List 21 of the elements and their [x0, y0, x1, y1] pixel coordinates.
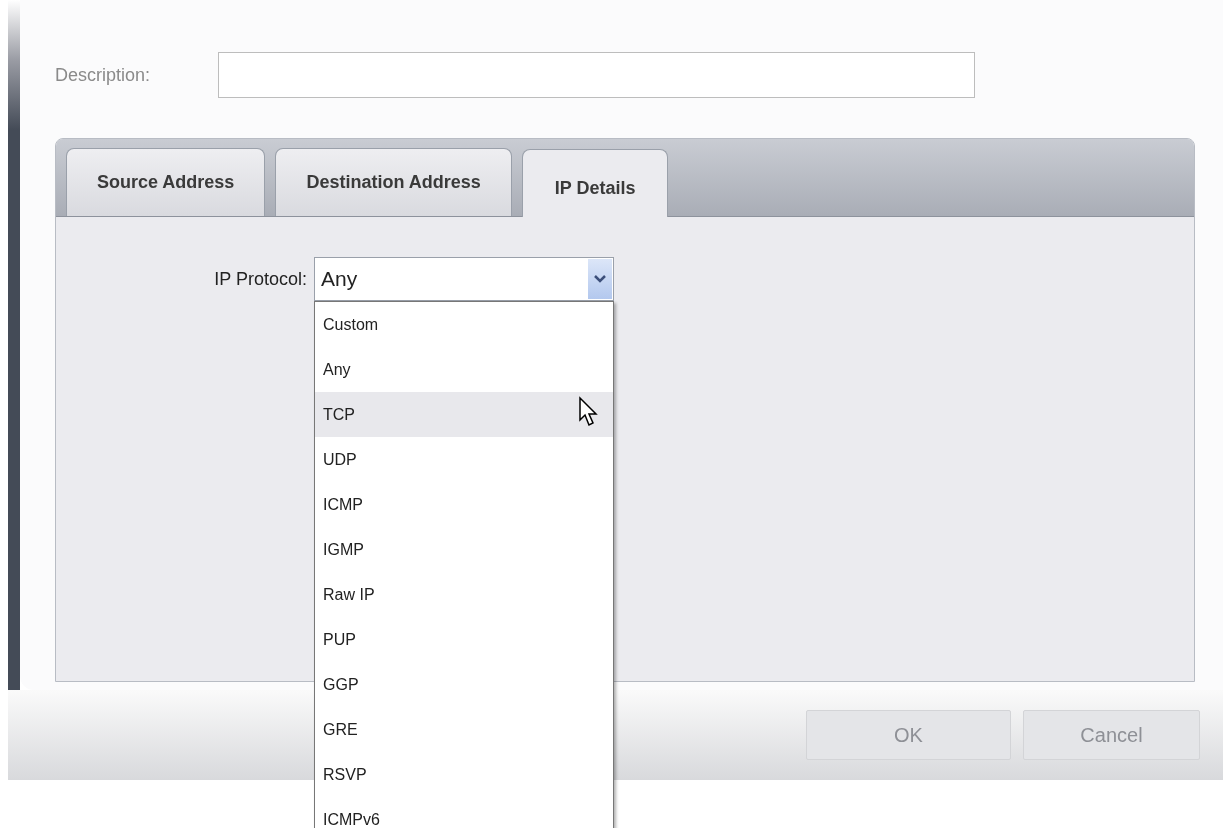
dropdown-option[interactable]: GRE [315, 707, 613, 752]
dropdown-option[interactable]: Custom [315, 302, 613, 347]
description-field[interactable] [218, 52, 975, 98]
dropdown-option[interactable]: ICMP [315, 482, 613, 527]
dropdown-option[interactable]: ICMPv6 [315, 797, 613, 828]
ip-protocol-label: IP Protocol: [213, 268, 307, 290]
ip-protocol-dropdown[interactable]: Any [314, 257, 614, 301]
description-label: Description: [55, 64, 152, 86]
tab[interactable]: Source Address [66, 148, 266, 216]
dropdown-option[interactable]: TCP [315, 392, 613, 437]
chevron-down-icon [594, 275, 606, 283]
dropdown-option[interactable]: Raw IP [315, 572, 613, 617]
dropdown-option[interactable]: RSVP [315, 752, 613, 797]
tab[interactable]: IP Details [521, 149, 669, 217]
dropdown-option[interactable]: IGMP [315, 527, 613, 572]
cursor-icon [578, 396, 600, 428]
dropdown-option[interactable]: GGP [315, 662, 613, 707]
dropdown-option[interactable]: PUP [315, 617, 613, 662]
tab[interactable]: Destination Address [275, 148, 512, 216]
dropdown-option[interactable]: UDP [315, 437, 613, 482]
dropdown-option[interactable]: Any [315, 347, 613, 392]
